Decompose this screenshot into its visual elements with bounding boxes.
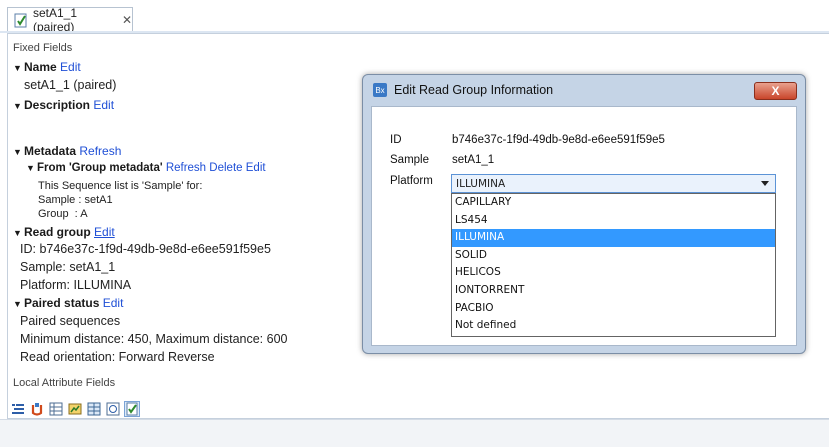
read-group-platform: Platform: ILLUMINA: [20, 278, 132, 292]
platform-dropdown-list: CAPILLARY LS454 ILLUMINA SOLID HELICOS I…: [451, 193, 776, 337]
platform-label: Platform: [390, 175, 433, 187]
undo-icon[interactable]: [30, 402, 44, 416]
element-info-icon[interactable]: [124, 401, 140, 417]
sample-label: Sample: [390, 154, 429, 166]
metadata-section[interactable]: ▼ Metadata Refresh: [13, 144, 121, 158]
platform-option[interactable]: IONTORRENT: [452, 282, 775, 300]
group-edit-link[interactable]: Edit: [246, 162, 266, 174]
group-metadata-section[interactable]: ▼ From 'Group metadata' Refresh Delete Ed…: [26, 162, 266, 174]
platform-selected-value: ILLUMINA: [456, 177, 506, 190]
expand-triangle-icon[interactable]: ▼: [26, 163, 37, 173]
id-label: ID: [390, 134, 402, 146]
name-label: Name: [24, 60, 57, 74]
dialog-title: Edit Read Group Information: [394, 83, 554, 97]
paired-line: Paired sequences: [20, 314, 121, 328]
platform-option[interactable]: SOLID: [452, 247, 775, 265]
grid-icon[interactable]: [87, 402, 101, 416]
status-bar: [0, 419, 829, 447]
read-group-edit-link[interactable]: Edit: [94, 225, 115, 239]
group-delete-link[interactable]: Delete: [209, 162, 242, 174]
expand-triangle-icon[interactable]: ▼: [13, 63, 24, 73]
app-icon: Bx: [373, 83, 387, 97]
expand-triangle-icon[interactable]: ▼: [13, 101, 24, 111]
paired-status-edit-link[interactable]: Edit: [103, 296, 124, 310]
group-metadata-label: From 'Group metadata': [37, 162, 163, 174]
paired-orientation: Read orientation: Forward Reverse: [20, 350, 215, 364]
tab-title: setA1_1 (paired): [33, 6, 78, 34]
read-group-id: ID: b746e37c-1f9d-49db-9e8d-e6ee591f59e5: [20, 242, 271, 256]
sample-value: setA1_1: [452, 154, 495, 166]
edit-read-group-dialog: Bx Edit Read Group Information X ID b746…: [362, 74, 806, 354]
table-icon[interactable]: [49, 402, 63, 416]
editor-tab-bar: setA1_1 (paired) ✕: [0, 0, 829, 34]
metadata-line: This Sequence list is 'Sample' for:: [38, 180, 203, 192]
text-format-icon[interactable]: [11, 402, 25, 416]
description-label: Description: [24, 98, 91, 112]
name-section[interactable]: ▼ Name Edit: [13, 60, 81, 74]
view-toolbar: [11, 400, 140, 418]
expand-triangle-icon[interactable]: ▼: [13, 228, 24, 238]
description-edit-link[interactable]: Edit: [93, 98, 114, 112]
metadata-label: Metadata: [24, 144, 77, 158]
platform-option[interactable]: Not defined: [452, 317, 775, 335]
read-group-section[interactable]: ▼ Read group Edit: [13, 225, 115, 239]
paired-status-section[interactable]: ▼ Paired status Edit: [13, 296, 123, 310]
name-value: setA1_1 (paired): [24, 78, 117, 92]
metadata-refresh-link[interactable]: Refresh: [79, 144, 121, 158]
paired-status-label: Paired status: [24, 296, 100, 310]
fixed-fields-heading: Fixed Fields: [13, 42, 73, 54]
paired-distance: Minimum distance: 450, Maximum distance:…: [20, 332, 288, 346]
sequence-list-icon: [14, 13, 28, 28]
platform-select[interactable]: ILLUMINA: [451, 174, 776, 193]
platform-option[interactable]: PACBIO: [452, 300, 775, 318]
dialog-title-bar[interactable]: Bx Edit Read Group Information: [363, 75, 805, 105]
close-icon[interactable]: ✕: [122, 13, 132, 27]
expand-triangle-icon[interactable]: ▼: [13, 147, 24, 157]
group-refresh-link[interactable]: Refresh: [166, 162, 206, 174]
description-section[interactable]: ▼ Description Edit: [13, 98, 114, 112]
id-value: b746e37c-1f9d-49db-9e8d-e6ee591f59e5: [452, 134, 665, 146]
platform-option[interactable]: LS454: [452, 212, 775, 230]
read-group-label: Read group: [24, 225, 91, 239]
history-icon[interactable]: [106, 402, 120, 416]
metadata-line: Group : A: [38, 208, 88, 220]
expand-triangle-icon[interactable]: ▼: [13, 299, 24, 309]
close-button[interactable]: X: [754, 82, 797, 100]
tab-sequence-list[interactable]: setA1_1 (paired) ✕: [7, 6, 133, 34]
platform-option-selected[interactable]: ILLUMINA: [452, 229, 775, 247]
graph-icon[interactable]: [68, 402, 82, 416]
metadata-line: Sample : setA1: [38, 194, 113, 206]
platform-option[interactable]: CAPILLARY: [452, 194, 775, 212]
name-edit-link[interactable]: Edit: [60, 60, 81, 74]
chevron-down-icon[interactable]: [761, 181, 769, 186]
platform-option[interactable]: HELICOS: [452, 264, 775, 282]
local-attribute-fields-heading: Local Attribute Fields: [13, 377, 116, 389]
read-group-sample: Sample: setA1_1: [20, 260, 116, 274]
